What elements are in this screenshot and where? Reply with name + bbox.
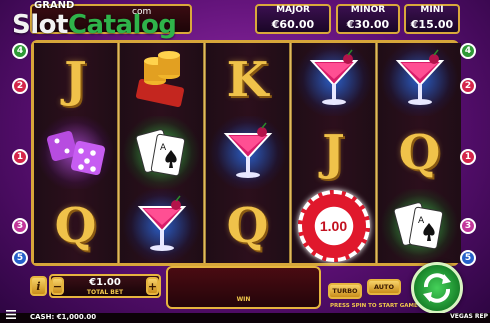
- symbol-j: J: [322, 124, 345, 181]
- jackpot-mini: MINI €15.00: [404, 4, 460, 34]
- reel-cell: [378, 43, 461, 116]
- payline-marker-right: 1: [460, 149, 476, 165]
- payline-marker-left: 1: [12, 149, 28, 165]
- menu-icon[interactable]: [6, 310, 16, 319]
- reel-cell: J: [292, 116, 375, 189]
- jackpot-minor-label: MINOR: [350, 5, 386, 15]
- reel-cell: [292, 43, 375, 116]
- jackpot-minor: MINOR €30.00: [336, 4, 400, 34]
- reel-cell: [120, 189, 203, 262]
- reel-cell: Q: [378, 116, 461, 189]
- svg-text:A: A: [418, 216, 425, 226]
- reel-4: J 1.00: [292, 43, 375, 263]
- playing-cards-icon: A: [135, 128, 185, 176]
- reel-cell: Q: [206, 189, 289, 262]
- reel-cell: [206, 116, 289, 189]
- reel-frame: J Q A K Q J 1.00 Q A: [31, 40, 461, 266]
- jackpot-minor-value: €30.00: [346, 18, 390, 31]
- bet-plus-button[interactable]: +: [146, 277, 159, 295]
- chip-value: 1.00: [319, 217, 348, 234]
- reel-3: KQ: [206, 43, 289, 263]
- cocktail-icon: [223, 122, 272, 178]
- total-bet-label: TOTAL BET: [86, 289, 124, 296]
- payline-marker-left: 5: [12, 250, 28, 266]
- total-bet-value: €1.00: [89, 277, 121, 288]
- win-label: WIN: [236, 296, 251, 303]
- jackpot-major-label: MAJOR: [276, 5, 310, 15]
- reel-cell: 1.00: [292, 189, 375, 262]
- top-bar: GRAND SlotCatalog com MAJOR €60.00 MINOR…: [0, 0, 490, 40]
- cocktail-icon: [309, 49, 358, 105]
- logo-suffix: com: [132, 7, 152, 17]
- symbol-q: Q: [54, 197, 97, 254]
- dice-icon: [46, 130, 105, 175]
- payline-marker-right: 4: [460, 43, 476, 59]
- reel-cell: [34, 116, 117, 189]
- reel-cell: A: [120, 116, 203, 189]
- payline-marker-right: 5: [460, 250, 476, 266]
- chip-icon: 1.00: [297, 189, 370, 262]
- cocktail-icon: [137, 195, 186, 251]
- symbol-k: K: [226, 51, 269, 108]
- playing-cards-icon: A: [393, 201, 443, 249]
- svg-text:A: A: [160, 143, 167, 153]
- reel-cell: [120, 43, 203, 116]
- cocktail-icon: [395, 49, 444, 105]
- jackpot-mini-value: €15.00: [410, 18, 454, 31]
- bet-minus-button[interactable]: −: [51, 277, 64, 295]
- turbo-button[interactable]: TURBO: [328, 283, 362, 299]
- info-button[interactable]: i: [30, 276, 47, 296]
- reel-2: A: [120, 43, 203, 263]
- reel-5: QA: [378, 43, 461, 263]
- reel-cell: J: [34, 43, 117, 116]
- payline-marker-right: 3: [460, 218, 476, 234]
- payline-marker-left: 3: [12, 218, 28, 234]
- logo-text-right: Catalog: [67, 10, 177, 40]
- reel-cell: A: [378, 189, 461, 262]
- jackpot-major-value: €60.00: [271, 18, 315, 31]
- auto-button[interactable]: AUTO: [367, 279, 401, 295]
- symbol-q: Q: [398, 124, 441, 181]
- logo-text-left: Slot: [12, 10, 68, 40]
- reel-1: JQ: [34, 43, 117, 263]
- reel-cell: K: [206, 43, 289, 116]
- press-spin-hint: PRESS SPIN TO START GAME: [330, 303, 418, 309]
- gold-coins-icon: [135, 50, 184, 107]
- jackpot-mini-label: MINI: [420, 5, 444, 15]
- symbol-q: Q: [226, 197, 269, 254]
- bet-panel: €1.00 TOTAL BET: [49, 274, 161, 298]
- brand-label: VEGAS REP: [450, 313, 488, 320]
- spin-button[interactable]: [411, 262, 463, 314]
- symbol-j: J: [64, 51, 87, 108]
- win-display: WIN: [166, 266, 321, 309]
- spin-arrows-icon: [423, 273, 451, 303]
- slotcatalog-logo: SlotCatalog com: [6, 2, 177, 40]
- payline-marker-right: 2: [460, 78, 476, 94]
- payline-marker-left: 2: [12, 78, 28, 94]
- jackpot-major: MAJOR €60.00: [255, 4, 331, 34]
- payline-marker-left: 4: [12, 43, 28, 59]
- reel-cell: Q: [34, 189, 117, 262]
- cash-balance: CASH: €1,000.00: [30, 313, 97, 321]
